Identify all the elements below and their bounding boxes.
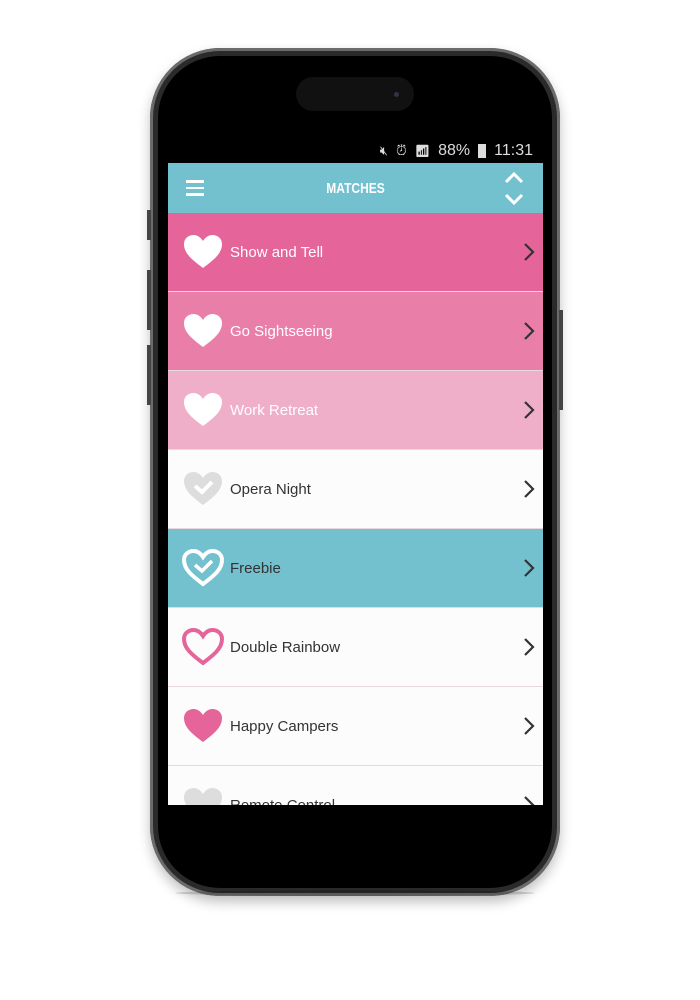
phone-shadow bbox=[175, 890, 535, 896]
match-row[interactable]: Happy Campers bbox=[168, 687, 543, 766]
match-label: Freebie bbox=[230, 559, 281, 577]
match-label: Opera Night bbox=[230, 480, 311, 498]
chevron-right-icon bbox=[524, 559, 535, 577]
match-row[interactable]: Freebie bbox=[168, 529, 543, 608]
heart-outline-pink-icon bbox=[181, 627, 225, 666]
chevron-right-icon bbox=[524, 243, 535, 261]
heart-filled-white-icon bbox=[184, 235, 222, 268]
match-label: Remote Control bbox=[230, 796, 336, 806]
phone-volume-up bbox=[147, 270, 151, 330]
mute-icon: 🔇︎ bbox=[379, 142, 388, 158]
camera bbox=[394, 92, 399, 97]
page-title: MATCHES bbox=[326, 179, 385, 197]
heart-filled-white-icon bbox=[184, 393, 222, 426]
chevron-right-icon bbox=[524, 717, 535, 735]
match-row[interactable]: Work Retreat bbox=[168, 371, 543, 450]
status-bar: 🔇︎ ⏰︎ 📶︎ 88% 11:31 bbox=[168, 138, 543, 163]
battery-level: 88% bbox=[438, 141, 471, 159]
chevron-right-icon bbox=[524, 638, 535, 656]
match-label: Happy Campers bbox=[230, 717, 339, 735]
phone-power-button bbox=[559, 310, 563, 410]
phone-side-button bbox=[147, 210, 151, 240]
heart-check-grey-icon bbox=[184, 472, 222, 505]
heart-filled-pink-icon bbox=[184, 709, 222, 742]
chevron-right-icon bbox=[524, 796, 535, 805]
wifi-icon: 📶︎ bbox=[414, 143, 431, 158]
match-row[interactable]: Opera Night bbox=[168, 450, 543, 529]
heart-filled-white-icon bbox=[184, 314, 222, 347]
app-screen: MATCHES Show and Tell Go Sightseeing Wor… bbox=[168, 163, 543, 805]
match-row[interactable]: Remote Control bbox=[168, 766, 543, 805]
heart-check-outline-white-icon bbox=[181, 548, 225, 587]
match-row[interactable]: Show and Tell bbox=[168, 213, 543, 292]
clock: 11:31 bbox=[494, 141, 533, 159]
app-header: MATCHES bbox=[168, 163, 543, 213]
match-row[interactable]: Double Rainbow bbox=[168, 608, 543, 687]
chevron-right-icon bbox=[524, 401, 535, 419]
hamburger-icon[interactable] bbox=[186, 180, 204, 196]
match-label: Show and Tell bbox=[230, 243, 324, 261]
battery-charging-icon bbox=[478, 143, 487, 158]
match-label: Go Sightseeing bbox=[230, 322, 333, 340]
alarm-icon: ⏰︎ bbox=[395, 142, 407, 158]
chevron-right-icon bbox=[524, 322, 535, 340]
match-label: Double Rainbow bbox=[230, 638, 341, 656]
chevron-up-down-icon[interactable] bbox=[503, 169, 525, 207]
chevron-right-icon bbox=[524, 480, 535, 498]
phone-volume-down bbox=[147, 345, 151, 405]
matches-list: Show and Tell Go Sightseeing Work Retrea… bbox=[168, 213, 543, 805]
match-row[interactable]: Go Sightseeing bbox=[168, 292, 543, 371]
match-label: Work Retreat bbox=[230, 401, 319, 419]
heart-filled-grey-icon bbox=[184, 788, 222, 805]
